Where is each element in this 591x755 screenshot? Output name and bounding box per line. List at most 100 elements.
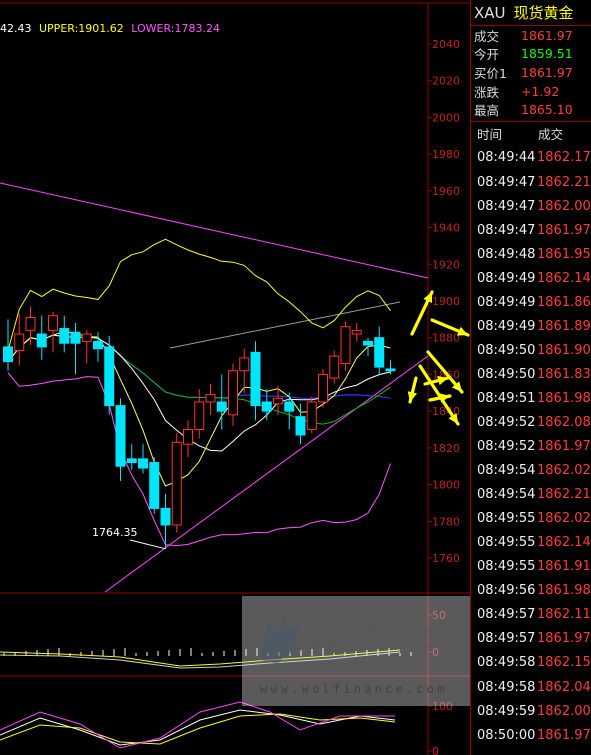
candle-up xyxy=(318,373,328,403)
sub2-line-magenta xyxy=(0,701,395,749)
tick-price: 1862.02 xyxy=(537,511,591,527)
legend-upper: UPPER:1901.62 xyxy=(39,22,124,35)
tick-time: 08:49:52 xyxy=(477,439,536,455)
axis-tick-label: 1820 xyxy=(432,442,460,455)
candle-down xyxy=(3,346,13,363)
quote-label: 成交 xyxy=(474,28,500,44)
axis-tick-label: 1900 xyxy=(432,295,460,308)
tick-row: 08:49:48 1861.95 xyxy=(471,242,591,266)
axis-tick-label: 1940 xyxy=(432,222,460,235)
tick-price: 1861.97 xyxy=(537,727,591,743)
candle-up xyxy=(329,355,340,379)
chart-area[interactable]: 2040202020001980196019401920190018801860… xyxy=(0,0,495,755)
tick-time: 08:49:56 xyxy=(477,583,536,599)
quote-label: 涨跌 xyxy=(474,84,500,100)
candle-up xyxy=(194,401,205,431)
tick-row: 08:49:55 1862.02 xyxy=(471,507,591,531)
candle-down xyxy=(284,401,295,412)
tick-time: 08:49:57 xyxy=(477,607,536,623)
tick-time: 08:49:55 xyxy=(477,559,536,575)
tick-time: 08:49:49 xyxy=(477,270,536,286)
tick-time: 08:49:47 xyxy=(477,198,536,214)
candle-down xyxy=(138,458,148,469)
sub2-line-white xyxy=(0,709,396,746)
tick-time: 08:49:47 xyxy=(477,174,536,190)
tick-time: 08:49:58 xyxy=(477,655,536,671)
tick-price: 1861.97 xyxy=(537,222,591,238)
low-annotation-label: 1764.35 xyxy=(92,526,138,539)
candle-up xyxy=(171,441,182,526)
tick-time: 08:49:47 xyxy=(477,222,536,238)
quote-value: 1859.51 xyxy=(521,46,573,62)
tick-price: 1862.14 xyxy=(537,535,591,551)
tick-row: 08:49:49 1862.14 xyxy=(471,266,591,290)
axis-tick-label: 2000 xyxy=(432,111,460,124)
candle-up xyxy=(273,397,283,405)
tick-price: 1861.97 xyxy=(537,631,591,647)
tick-time: 08:49:59 xyxy=(477,703,536,719)
tick-time: 08:49:50 xyxy=(477,366,536,382)
candle-up xyxy=(25,317,36,331)
tick-row: 08:49:47 1861.97 xyxy=(471,218,591,242)
tick-price: 1861.98 xyxy=(537,583,591,599)
tick-list[interactable]: 08:49:44 1862.17 08:49:47 1862.21 08:49:47 18… xyxy=(471,146,591,747)
candle-down xyxy=(160,507,171,526)
tick-price: 1861.89 xyxy=(537,318,591,334)
tick-row: 08:49:49 1861.86 xyxy=(471,290,591,314)
wolf-logo-icon xyxy=(260,616,302,664)
candle-down xyxy=(70,331,81,344)
watermark: WolfFinance www.wolfinance.com xyxy=(242,596,495,706)
candle-up xyxy=(239,357,250,372)
candle-up xyxy=(306,401,317,431)
tick-price: 1862.15 xyxy=(537,655,591,671)
tick-row: 08:49:49 1861.89 xyxy=(471,314,591,338)
candle-down xyxy=(93,340,103,350)
tick-header-price: 成交 xyxy=(538,127,564,143)
candle-up xyxy=(183,429,193,445)
candle-up xyxy=(48,315,58,331)
tick-time: 08:49:54 xyxy=(477,487,536,503)
axis-tick-label: 1960 xyxy=(432,185,460,198)
quote-row: 成交 1861.97 xyxy=(471,26,591,45)
tick-row: 08:49:47 1862.21 xyxy=(471,170,591,194)
candle-up xyxy=(228,370,238,416)
tick-price: 1862.02 xyxy=(537,463,591,479)
tick-price: 1861.86 xyxy=(537,294,591,310)
tick-row: 08:49:55 1861.91 xyxy=(471,555,591,579)
sub2-line-yellow xyxy=(0,713,396,745)
quote-value: 1861.97 xyxy=(521,64,573,80)
candle-up xyxy=(351,329,362,335)
quote-list: 成交 1861.97 今开 1859.51 买价1 1861.97 涨跌 +1.92 最高 186… xyxy=(471,26,591,119)
tick-price: 1861.90 xyxy=(537,342,591,358)
tick-price: 1861.95 xyxy=(537,246,591,262)
tick-row: 08:49:52 1862.08 xyxy=(471,410,591,434)
candle-up xyxy=(205,394,216,403)
tick-time: 08:49:44 xyxy=(477,150,536,166)
quote-label: 买价1 xyxy=(474,65,507,81)
candle-down xyxy=(115,405,126,467)
indicator-legend: 42.43 UPPER:1901.62 LOWER:1783.24 xyxy=(0,22,220,35)
candle-down xyxy=(385,368,396,372)
tick-row: 08:49:58 1862.04 xyxy=(471,675,591,699)
sub-axis-tick-label: 0 xyxy=(432,745,439,755)
axis-tick-label: 1980 xyxy=(432,148,460,161)
legend-mid: 42.43 xyxy=(0,22,32,35)
tick-price: 1862.08 xyxy=(537,415,591,430)
axis-tick-label: 2020 xyxy=(432,75,460,88)
candle-up xyxy=(14,333,25,352)
tick-row: 08:49:51 1861.98 xyxy=(471,386,591,410)
quote-row: 今开 1859.51 xyxy=(471,45,591,64)
tick-price: 1862.04 xyxy=(537,679,591,695)
candle-down xyxy=(261,401,272,412)
tick-time: 08:50:00 xyxy=(477,727,536,743)
candle-down xyxy=(216,401,227,412)
axis-tick-label: 2040 xyxy=(432,38,460,51)
tick-time: 08:49:58 xyxy=(477,679,536,695)
tick-row: 08:49:59 1862.00 xyxy=(471,699,591,723)
tick-time: 08:49:55 xyxy=(477,535,536,551)
axis-tick-label: 1760 xyxy=(432,552,460,565)
candle-down xyxy=(374,337,385,368)
tick-row: 08:49:54 1862.02 xyxy=(471,459,591,483)
tick-price: 1862.00 xyxy=(537,703,591,719)
candle-up xyxy=(340,326,351,364)
